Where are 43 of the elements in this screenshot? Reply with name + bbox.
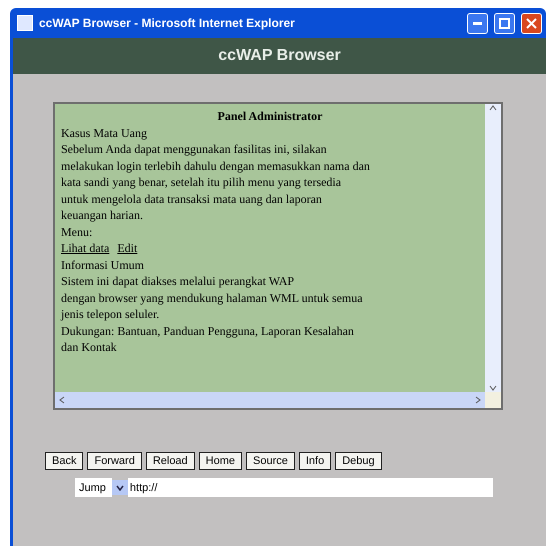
nav-button[interactable]: Info	[298, 452, 332, 470]
page-header: ccWAP Browser	[13, 38, 546, 74]
panel-title: Panel Administrator	[216, 108, 324, 124]
body-text: untuk mengelola data transaksi mata uang dan laporan	[61, 190, 323, 207]
body-text: Dukungan: Bantuan, Panduan Pengguna, Laporan Kesalahan	[61, 322, 355, 339]
nav-button[interactable]: Reload	[146, 452, 195, 470]
link[interactable]: Edit	[117, 240, 138, 256]
nav-button[interactable]: Source	[246, 452, 295, 470]
body-text: dan Kontak	[61, 339, 118, 356]
dropdown-button[interactable]	[112, 480, 128, 495]
body-text: kata sandi yang benar, setelah itu pilih menu yang tersedia	[61, 174, 342, 190]
window-title: ccWAP Browser - Microsoft Internet Explorer	[39, 16, 296, 30]
scrollbar-corner	[485, 392, 501, 408]
scroll-up-icon[interactable]	[489, 104, 497, 112]
scroll-right-icon[interactable]	[474, 396, 482, 404]
minimize-button[interactable]	[467, 12, 488, 34]
vertical-scrollbar[interactable]	[485, 104, 501, 392]
scroll-left-icon[interactable]	[58, 396, 66, 404]
body-text: keuangan harian.	[61, 207, 144, 224]
body-text: Kasus Mata Uang	[61, 124, 148, 141]
browser-icon	[17, 15, 33, 31]
nav-button[interactable]: Debug	[335, 452, 382, 470]
nav-button[interactable]: Forward	[87, 452, 142, 470]
body-text: Informasi Umum	[61, 256, 145, 273]
body-text: Sebelum Anda dapat menggunakan fasilitas ini, silakan	[61, 141, 328, 158]
horizontal-scrollbar[interactable]	[55, 392, 485, 408]
scroll-down-icon[interactable]	[489, 384, 497, 392]
link[interactable]: Lihat data	[61, 240, 110, 256]
close-button[interactable]	[521, 12, 542, 34]
caret-icon	[116, 484, 124, 490]
maximize-icon	[499, 18, 510, 28]
nav-button[interactable]: Back	[45, 452, 84, 470]
body-text: Sistem ini dapat diakses melalui perangkat WAP	[61, 273, 296, 290]
maximize-button[interactable]	[494, 12, 515, 34]
url-field[interactable]: http://	[128, 478, 493, 497]
body-text: melakukan login terlebih dahulu dengan memasukkan nama dan	[61, 158, 371, 174]
body-text: dengan browser yang mendukung halaman WML untuk semua	[61, 290, 364, 306]
body-text: jenis telepon seluler.	[61, 306, 160, 322]
nav-button[interactable]: Home	[198, 452, 242, 470]
minimize-icon	[473, 22, 482, 24]
close-icon	[526, 18, 537, 28]
body-text: Menu:	[61, 224, 94, 240]
jump-label: Jump	[75, 478, 112, 497]
